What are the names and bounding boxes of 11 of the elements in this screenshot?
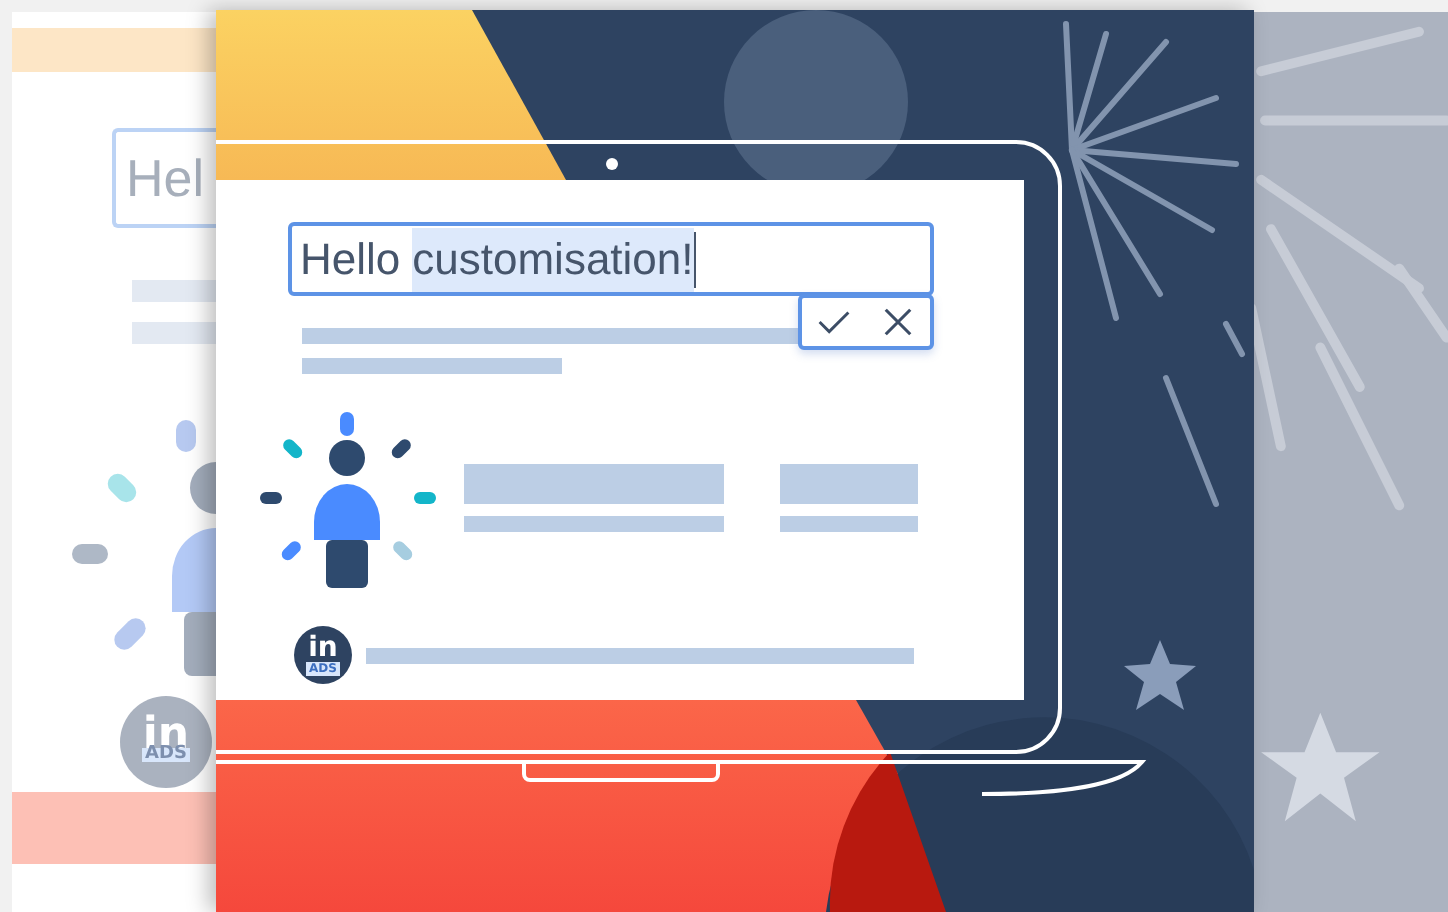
checkmark-icon[interactable] (818, 308, 850, 336)
person-icon (260, 412, 440, 592)
logo-mark: in (308, 635, 338, 661)
headline-field[interactable]: Hello customisation! (288, 222, 934, 296)
close-icon[interactable] (882, 308, 914, 336)
placeholder-block (780, 464, 918, 504)
star-icon (1120, 636, 1200, 716)
text-cursor (693, 231, 696, 287)
logo-caption: ADS (141, 748, 191, 762)
selected-text: customisation! (412, 227, 694, 291)
field-text: Hello (300, 233, 403, 285)
